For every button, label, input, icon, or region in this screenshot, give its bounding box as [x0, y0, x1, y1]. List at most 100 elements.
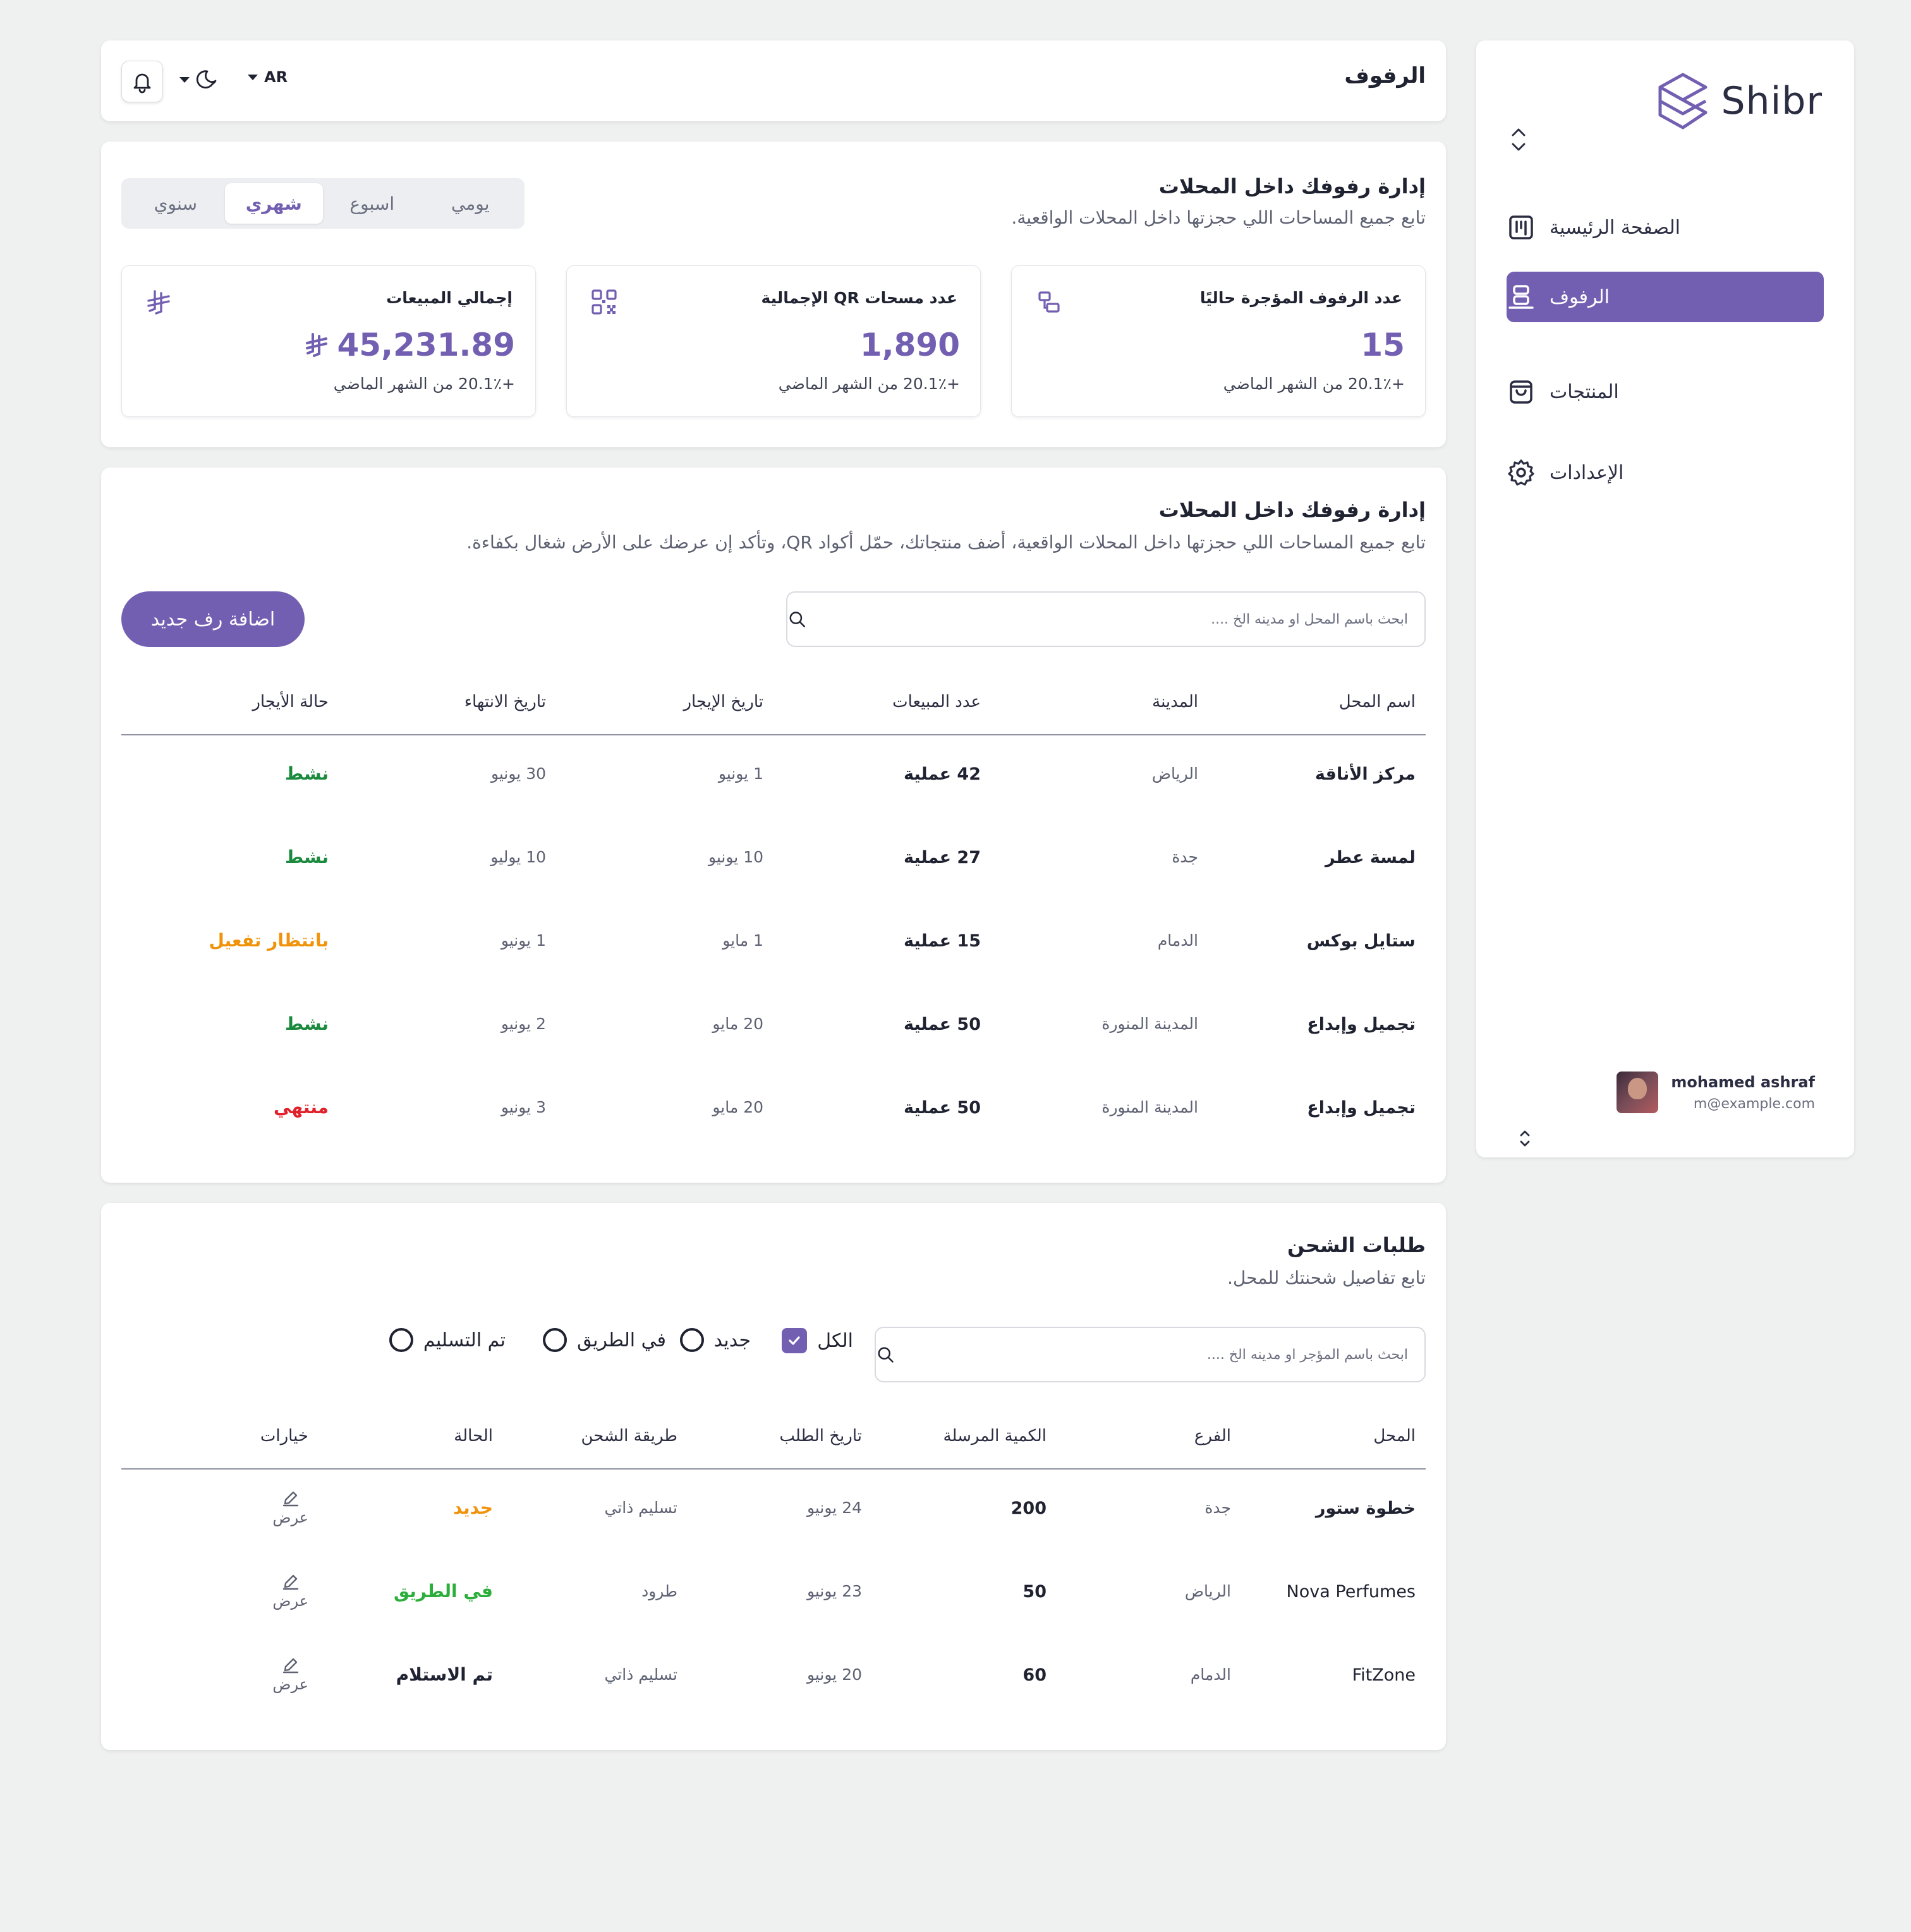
stat-value: 45,231.89	[305, 327, 515, 363]
kanban-icon	[1509, 215, 1533, 239]
table-row-rent-date: 10 يونيو	[708, 848, 763, 866]
table-row-quantity: 200	[1010, 1499, 1046, 1518]
sidebar-item-products[interactable]: المنتجات	[1507, 366, 1824, 417]
status-badge: نشط	[285, 1013, 329, 1034]
table-row-quantity: 50	[1022, 1582, 1046, 1602]
stat-card-rented-shelves: عدد الرفوف المؤجرة حاليًا 15 +20.1٪ من ا…	[1011, 265, 1426, 417]
shipping-search-input[interactable]	[904, 1346, 1408, 1363]
language-select[interactable]: AR	[248, 68, 288, 86]
col-shipping-method: طريقة الشحن	[581, 1427, 677, 1446]
period-yearly[interactable]: سنوي	[126, 183, 225, 224]
view-label: عرض	[272, 1509, 308, 1526]
filter-label: الكل	[817, 1329, 853, 1352]
shibr-logo-icon	[1658, 73, 1708, 130]
table-row-branch: جدة	[1204, 1499, 1231, 1517]
col-store: اسم المحل	[1338, 692, 1416, 711]
table-row-city: الرياض	[1151, 764, 1198, 783]
sidebar-item-settings[interactable]: الإعدادات	[1507, 447, 1824, 498]
stat-title: عدد مسحات QR الإجمالية	[761, 289, 957, 307]
period-weekly[interactable]: اسبوع	[323, 183, 422, 224]
bell-icon	[133, 73, 151, 94]
radio-icon[interactable]	[679, 1328, 704, 1352]
sidebar-item-label: الرفوف	[1550, 286, 1610, 308]
stat-card-qr-scans: عدد مسحات QR الإجمالية 1,890 +20.1٪ من ا…	[566, 265, 981, 417]
table-row-method: تسليم ذاتي	[604, 1499, 677, 1517]
notifications-button[interactable]	[121, 61, 163, 102]
period-monthly[interactable]: شهري	[224, 183, 323, 224]
status-badge: منتهي	[273, 1097, 329, 1118]
table-row-end-date: 1 يونيو	[500, 931, 546, 950]
table-row-rent-date: 1 مايو	[722, 931, 763, 950]
table-row-store[interactable]: لمسة عطر	[1325, 848, 1416, 867]
table-row-rent-date: 1 يونيو	[718, 764, 763, 783]
col-sales: عدد المبيعات	[892, 692, 981, 711]
sidebar-item-shelves[interactable]: الرفوف	[1507, 272, 1824, 322]
chevron-down-icon	[248, 74, 258, 80]
moon-icon	[196, 70, 217, 89]
stats-title: إدارة رفوفك داخل المحلات	[1158, 174, 1426, 198]
table-row-quantity: 60	[1022, 1665, 1046, 1685]
table-row-store[interactable]: تجميل وإبداع	[1307, 1015, 1416, 1034]
riyal-icon	[147, 290, 170, 315]
avatar	[1617, 1072, 1659, 1113]
table-header-divider	[121, 734, 1426, 735]
shelves-subtitle: تابع جميع المساحات اللي حجزتها داخل المح…	[466, 532, 1426, 553]
riyal-icon	[306, 333, 328, 357]
table-row-store[interactable]: ستايل بوكس	[1307, 931, 1416, 951]
radio-icon[interactable]	[389, 1328, 413, 1352]
gear-icon	[1508, 459, 1534, 486]
filter-all[interactable]: الكل	[782, 1328, 853, 1353]
qr-code-icon	[592, 289, 617, 315]
period-switch: سنوي شهري اسبوع يومي	[121, 178, 525, 229]
table-row-method: تسليم ذاتي	[604, 1665, 677, 1684]
table-row-end-date: 3 يونيو	[500, 1098, 546, 1116]
table-row-sales: 15 عملية	[904, 931, 981, 951]
user-menu-chevron-icon[interactable]	[1515, 1126, 1534, 1151]
user-profile[interactable]: mohamed ashraf m@example.com	[1617, 1072, 1815, 1113]
col-quantity: الكمية المرسلة	[943, 1427, 1046, 1446]
chevron-down-icon	[179, 76, 190, 83]
table-row-city: المدينة المنورة	[1101, 1098, 1198, 1116]
top-header: الرفوف AR	[101, 40, 1446, 121]
theme-toggle[interactable]	[179, 67, 220, 92]
pencil-icon	[282, 1658, 298, 1674]
pencil-icon	[282, 1491, 298, 1507]
search-icon	[878, 1347, 894, 1363]
table-row-store[interactable]: مركز الأناقة	[1315, 764, 1416, 784]
table-row-store[interactable]: FitZone	[1352, 1665, 1416, 1685]
filter-label: جديد	[713, 1329, 751, 1351]
sidebar-collapse-icon[interactable]	[1508, 124, 1529, 155]
shelf-icon	[1508, 285, 1534, 309]
stats-subtitle: تابع جميع المساحات اللي حجزتها داخل المح…	[1011, 207, 1426, 228]
brand-logo[interactable]: Shibr	[1656, 69, 1823, 133]
checkbox-checked-icon[interactable]	[782, 1328, 808, 1353]
col-store: المحل	[1373, 1427, 1416, 1446]
shelves-search-input[interactable]	[815, 611, 1408, 627]
table-row-store[interactable]: تجميل وإبداع	[1307, 1098, 1416, 1118]
status-badge: نشط	[285, 847, 329, 867]
stat-change: +20.1٪ من الشهر الماضي	[1223, 375, 1405, 393]
view-button[interactable]: عرض	[272, 1572, 308, 1610]
stats-panel: إدارة رفوفك داخل المحلات تابع جميع المسا…	[101, 142, 1446, 447]
view-button[interactable]: عرض	[272, 1488, 308, 1526]
status-badge: نشط	[285, 763, 329, 784]
filter-delivered[interactable]: تم التسليم	[389, 1328, 506, 1352]
period-daily[interactable]: يومي	[422, 183, 520, 224]
shipping-panel: طلبات الشحن تابع تفاصيل شحنتك للمحل. الك…	[101, 1203, 1446, 1750]
shelves-search	[786, 591, 1426, 647]
sidebar-item-home[interactable]: الصفحة الرئيسية	[1507, 202, 1824, 253]
pencil-icon	[282, 1574, 298, 1590]
filter-on-the-way[interactable]: في الطريق	[543, 1328, 666, 1352]
add-shelf-button[interactable]: اضافة رف جديد	[121, 591, 305, 647]
table-header-divider	[121, 1468, 1426, 1470]
table-row-end-date: 2 يونيو	[500, 1015, 546, 1033]
filter-new[interactable]: جديد	[679, 1328, 751, 1352]
table-row-rent-date: 20 مايو	[712, 1098, 763, 1116]
table-row-store[interactable]: Nova Perfumes	[1287, 1582, 1416, 1602]
table-row-store[interactable]: خطوة ستور	[1316, 1499, 1416, 1518]
shipping-subtitle: تابع تفاصيل شحنتك للمحل.	[1227, 1267, 1426, 1288]
col-status: الحالة	[454, 1427, 493, 1446]
table-row-city: جدة	[1172, 848, 1198, 866]
radio-icon[interactable]	[543, 1328, 567, 1352]
view-button[interactable]: عرض	[272, 1655, 308, 1693]
